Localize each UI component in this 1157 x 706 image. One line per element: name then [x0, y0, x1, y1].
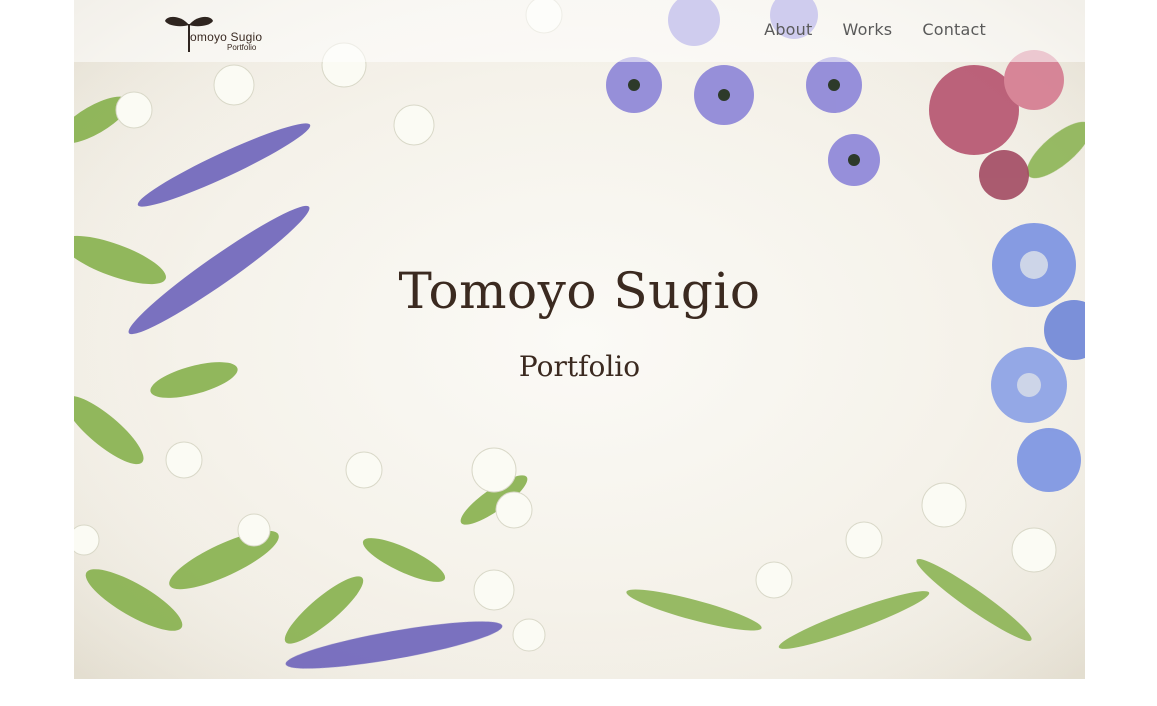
main-nav: About Works Contact — [764, 20, 986, 39]
hero-subtitle: Portfolio — [518, 350, 641, 383]
site-header: omoyo Sugio Portfolio About Works Contac… — [74, 0, 1085, 62]
logo-name: omoyo Sugio — [190, 30, 263, 44]
site-logo[interactable]: omoyo Sugio Portfolio — [165, 13, 275, 55]
logo-subtitle: Portfolio — [227, 43, 257, 52]
nav-about[interactable]: About — [764, 20, 812, 39]
nav-contact[interactable]: Contact — [922, 20, 986, 39]
floral-background-image — [74, 0, 1085, 679]
hero-banner: omoyo Sugio Portfolio About Works Contac… — [74, 0, 1085, 679]
hero-title: Tomoyo Sugio — [398, 262, 761, 320]
nav-works[interactable]: Works — [842, 20, 892, 39]
